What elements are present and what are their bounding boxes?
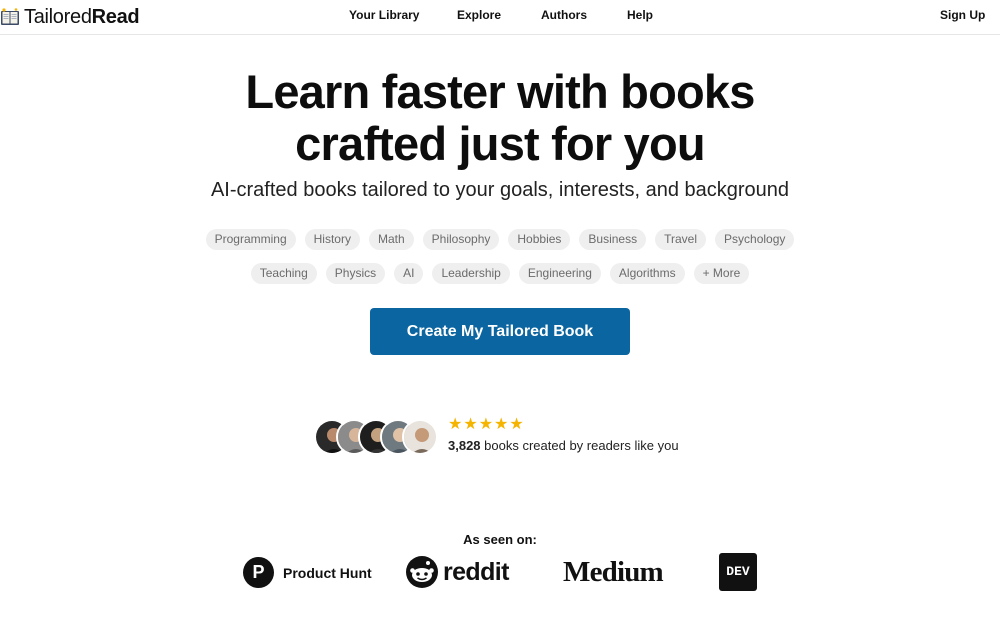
- sign-up-link[interactable]: Sign Up: [940, 8, 985, 22]
- dev-name: DEV: [719, 553, 757, 591]
- topic-chip-philosophy[interactable]: Philosophy: [422, 229, 500, 250]
- books-created-label: books created by readers like you: [484, 438, 679, 453]
- hero-title-line-2: crafted just for you: [295, 117, 705, 170]
- product-hunt-name: Product Hunt: [283, 564, 372, 581]
- books-created-text: 3,828 books created by readers like you: [448, 438, 679, 453]
- as-seen-on-label: As seen on:: [463, 532, 537, 547]
- nav-your-library[interactable]: Your Library: [349, 8, 419, 22]
- star-icon: ★: [478, 416, 494, 433]
- medium-name: Medium: [563, 556, 664, 588]
- reddit-name: reddit: [443, 557, 509, 586]
- topic-chip-teaching[interactable]: Teaching: [250, 263, 317, 284]
- topic-chip-engineering[interactable]: Engineering: [518, 263, 601, 284]
- create-book-button[interactable]: Create My Tailored Book: [370, 308, 630, 355]
- topic-chip-travel[interactable]: Travel: [655, 229, 707, 250]
- avatar: [402, 419, 438, 455]
- main-nav: Your Library Explore Authors Help Sign U…: [0, 0, 1000, 35]
- reddit-alien-icon: [406, 556, 438, 588]
- rating-stars: ★ ★ ★ ★ ★: [448, 416, 524, 434]
- medium-logo: Medium: [563, 556, 664, 589]
- topic-chip-ai[interactable]: AI: [394, 263, 424, 284]
- star-icon: ★: [463, 416, 478, 433]
- topic-chip-physics[interactable]: Physics: [325, 263, 386, 284]
- reader-avatars: [314, 419, 438, 455]
- dev-logo: DEV: [719, 553, 757, 591]
- hero-title-line-1: Learn faster with books: [245, 65, 755, 118]
- reddit-logo: reddit: [406, 556, 509, 588]
- topic-chip-business[interactable]: Business: [579, 229, 647, 250]
- topic-chip-leadership[interactable]: Leadership: [432, 263, 510, 284]
- product-hunt-logo: P Product Hunt: [243, 557, 372, 588]
- site-header: TailoredRead Your Library Explore Author…: [0, 0, 1000, 35]
- hero-title: Learn faster with books crafted just for…: [0, 66, 1000, 170]
- more-topics-chip[interactable]: + More: [693, 263, 750, 284]
- topic-chip-hobbies[interactable]: Hobbies: [508, 229, 571, 250]
- topic-chip-algorithms[interactable]: Algorithms: [609, 263, 685, 284]
- topic-chips-row-1: Programming History Math Philosophy Hobb…: [0, 229, 1000, 250]
- nav-help[interactable]: Help: [627, 8, 653, 22]
- product-hunt-icon: P: [243, 557, 274, 588]
- nav-explore[interactable]: Explore: [457, 8, 501, 22]
- nav-authors[interactable]: Authors: [541, 8, 587, 22]
- star-icon: ★: [494, 416, 509, 433]
- topic-chip-math[interactable]: Math: [368, 229, 414, 250]
- topic-chip-programming[interactable]: Programming: [205, 229, 296, 250]
- topic-chips-row-2: Teaching Physics AI Leadership Engineeri…: [0, 263, 1000, 284]
- star-icon: ★: [448, 416, 463, 433]
- topic-chip-history[interactable]: History: [304, 229, 360, 250]
- books-created-count: 3,828: [448, 438, 481, 453]
- hero-subtitle: AI-crafted books tailored to your goals,…: [210, 179, 790, 201]
- star-icon: ★: [509, 416, 524, 433]
- topic-chip-psychology[interactable]: Psychology: [715, 229, 795, 250]
